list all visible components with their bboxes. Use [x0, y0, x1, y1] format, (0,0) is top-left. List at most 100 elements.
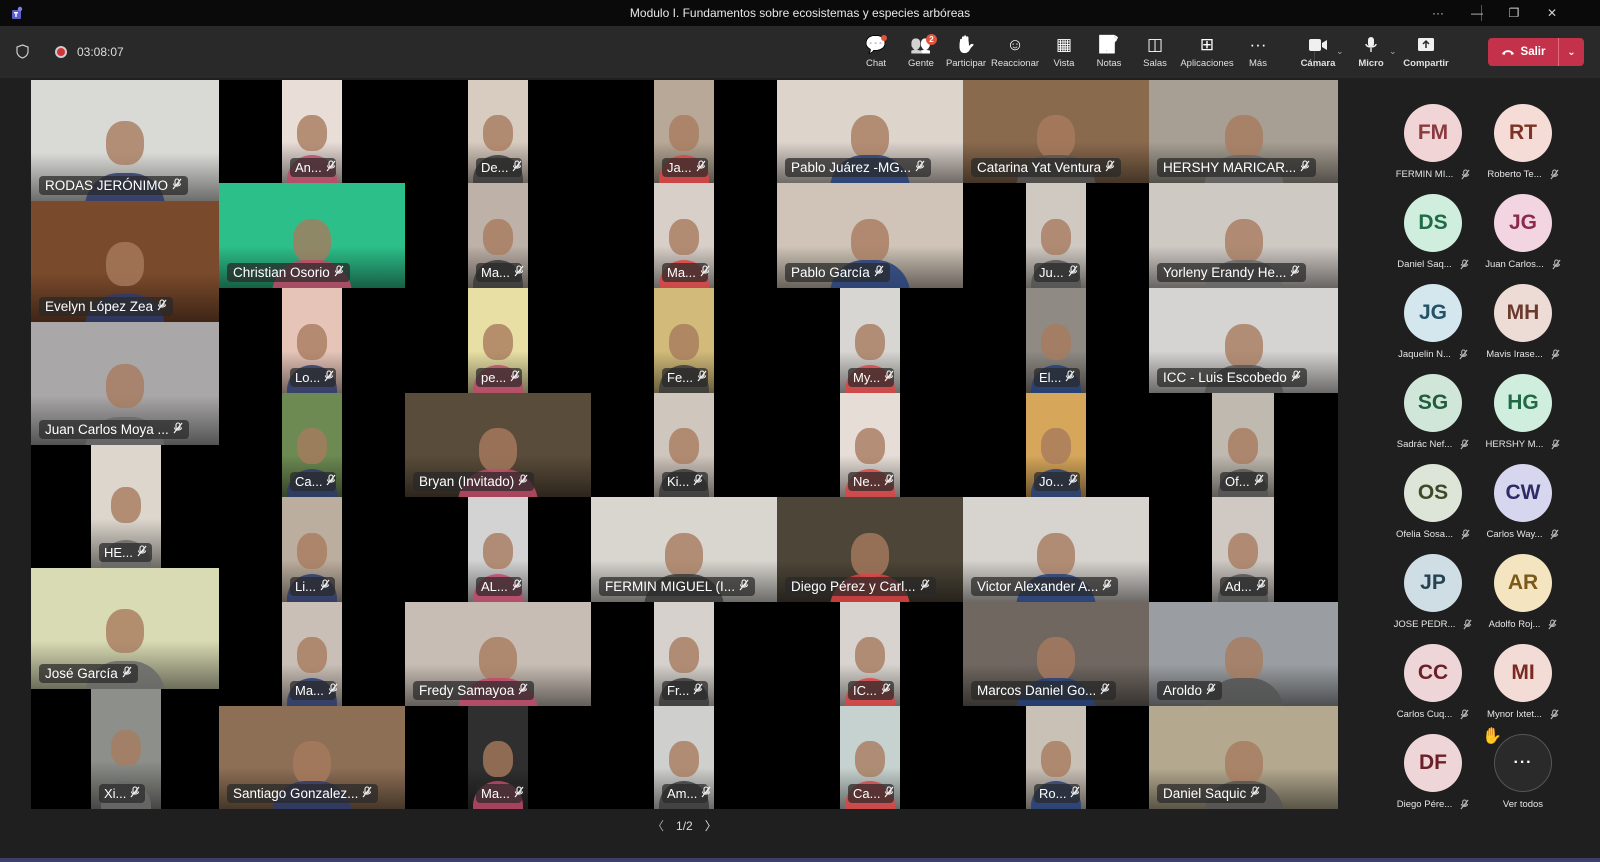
- participant-avatar-item[interactable]: AR Adolfo Roj...: [1478, 554, 1568, 632]
- avatar: JG: [1494, 194, 1552, 252]
- participant-video-tile[interactable]: Pablo Juárez -MG...: [777, 80, 963, 183]
- participant-video-tile[interactable]: Ja...: [654, 80, 714, 183]
- toolbar-mas-button[interactable]: ··· Más: [1230, 34, 1286, 69]
- participant-video-tile[interactable]: Christian Osorio: [219, 183, 405, 288]
- leave-button[interactable]: Salir ⌄: [1488, 38, 1584, 66]
- participant-video-tile[interactable]: De...: [468, 80, 528, 183]
- participant-video-tile[interactable]: Ro...: [1026, 706, 1086, 809]
- participant-video-tile[interactable]: ICC - Luis Escobedo: [1149, 288, 1338, 393]
- participant-video-tile[interactable]: HE...: [91, 445, 161, 568]
- participant-video-tile[interactable]: Aroldo: [1149, 602, 1338, 706]
- participant-avatar-item[interactable]: FM FERMIN MI...: [1388, 104, 1478, 182]
- toolbar-participar-button[interactable]: ✋ Participar: [938, 34, 994, 69]
- participant-video-tile[interactable]: Evelyn López Zea: [31, 201, 219, 322]
- participant-video-tile[interactable]: Li...: [282, 497, 342, 602]
- participant-name: Catarina Yat Ventura: [977, 160, 1102, 175]
- participant-avatar-item[interactable]: MI Mynor Ixtet...: [1478, 644, 1568, 722]
- participant-avatar-item[interactable]: MH Mavis Irase...: [1478, 284, 1568, 362]
- participant-avatar-item[interactable]: DF Diego Pére...: [1388, 734, 1478, 812]
- participant-name-label: HERSHY MARICAR...: [1157, 158, 1317, 177]
- mic-muted-icon: [1463, 619, 1472, 632]
- participant-video-tile[interactable]: pe...: [468, 288, 528, 393]
- more-icon: ···: [1249, 35, 1267, 54]
- leave-main[interactable]: Salir: [1488, 38, 1558, 66]
- participant-video-tile[interactable]: Daniel Saquic: [1149, 706, 1338, 809]
- participant-video-tile[interactable]: AL...: [468, 497, 528, 602]
- see-all-participants-button[interactable]: ··· ✋ Ver todos: [1478, 728, 1568, 810]
- toolbar-salas-button[interactable]: ◫ Salas: [1127, 34, 1183, 69]
- participant-name-label: Ja...: [662, 158, 708, 177]
- participant-video-tile[interactable]: Fe...: [654, 288, 714, 393]
- participant-video-tile[interactable]: Ki...: [654, 393, 714, 497]
- participant-avatar-item[interactable]: CW Carlos Way...: [1478, 464, 1568, 542]
- participant-video-tile[interactable]: FERMIN MIGUEL (I...: [591, 497, 777, 602]
- participant-name-label: Fe...: [662, 368, 708, 387]
- participant-avatar-item[interactable]: RT Roberto Te...: [1478, 104, 1568, 182]
- restore-button[interactable]: ❐: [1496, 0, 1532, 26]
- participant-avatar-item[interactable]: OS Ofelia Sosa...: [1388, 464, 1478, 542]
- participant-video-tile[interactable]: Ma...: [468, 183, 528, 288]
- mic-muted-icon: [693, 474, 703, 489]
- participant-video-tile[interactable]: Ju...: [1026, 183, 1086, 288]
- participant-video-tile[interactable]: Ma...: [468, 706, 528, 809]
- participant-video-tile[interactable]: Ma...: [282, 602, 342, 706]
- mic-muted-icon: [1551, 439, 1560, 452]
- participant-video-tile[interactable]: HERSHY MARICAR...: [1149, 80, 1338, 183]
- participant-video-tile[interactable]: IC...: [840, 602, 900, 706]
- participant-video-tile[interactable]: Pablo García: [777, 183, 963, 288]
- participant-video-tile[interactable]: Yorleny Erandy He...: [1149, 183, 1338, 288]
- window-more-button[interactable]: ···: [1420, 0, 1456, 26]
- participant-avatar-item[interactable]: JG Juan Carlos...: [1478, 194, 1568, 272]
- participant-video-tile[interactable]: José García: [31, 568, 219, 689]
- participant-video-tile[interactable]: Ad...: [1212, 497, 1274, 602]
- participant-video-tile[interactable]: Of...: [1212, 393, 1274, 497]
- next-page-button[interactable]: 〉: [705, 817, 717, 834]
- leave-options-chevron-icon[interactable]: ⌄: [1558, 38, 1584, 66]
- participant-video-tile[interactable]: Victor Alexander A...: [963, 497, 1149, 602]
- participant-video-tile[interactable]: Ca...: [282, 393, 342, 497]
- participant-video-tile[interactable]: Xi...: [91, 689, 161, 809]
- participant-video-tile[interactable]: Diego Pérez y Carl...: [777, 497, 963, 602]
- share-button[interactable]: Compartir: [1398, 34, 1454, 69]
- toolbar-label: Salas: [1143, 58, 1167, 69]
- participant-video-tile[interactable]: Bryan (Invitado): [405, 393, 591, 497]
- mic-options-chevron-icon[interactable]: ⌄: [1389, 46, 1397, 57]
- participant-video-tile[interactable]: Lo...: [282, 288, 342, 393]
- participant-video-tile[interactable]: Juan Carlos Moya ...: [31, 322, 219, 445]
- participant-avatar-item[interactable]: JG Jaquelin N...: [1388, 284, 1478, 362]
- participant-video-tile[interactable]: Marcos Daniel Go...: [963, 602, 1149, 706]
- participant-video-feed: [293, 218, 331, 263]
- toolbar-aplicaciones-button[interactable]: ⊞ Aplicaciones: [1179, 34, 1235, 69]
- participant-avatar-item[interactable]: HG HERSHY M...: [1478, 374, 1568, 452]
- participant-video-tile[interactable]: Fredy Samayoa: [405, 602, 591, 706]
- participant-video-tile[interactable]: Ne...: [840, 393, 900, 497]
- participant-video-tile[interactable]: El...: [1026, 288, 1086, 393]
- mic-muted-icon: [884, 786, 894, 801]
- participant-avatar-item[interactable]: DS Daniel Saq...: [1388, 194, 1478, 272]
- previous-page-button[interactable]: 〈: [652, 817, 664, 834]
- participant-video-feed: [106, 121, 144, 166]
- participant-video-tile[interactable]: Jo...: [1026, 393, 1086, 497]
- minimize-button[interactable]: —: [1459, 0, 1495, 26]
- participant-video-tile[interactable]: Santiago Gonzalez...: [219, 706, 405, 809]
- participant-video-tile[interactable]: Am...: [654, 706, 714, 809]
- avatar: OS: [1404, 464, 1462, 522]
- participant-video-tile[interactable]: RODAS JERÓNIMO: [31, 80, 219, 201]
- close-button[interactable]: ✕: [1534, 0, 1570, 26]
- participant-video-tile[interactable]: Ma...: [654, 183, 714, 288]
- participant-video-feed: [851, 115, 889, 160]
- participant-name: Ja...: [667, 160, 692, 175]
- participant-video-feed: [106, 242, 144, 287]
- avatar: CC: [1404, 644, 1462, 702]
- participant-avatar-item[interactable]: CC Carlos Cuq...: [1388, 644, 1478, 722]
- participant-video-tile[interactable]: An...: [282, 80, 342, 183]
- participant-video-tile[interactable]: My...: [840, 288, 900, 393]
- toolbar-reaccionar-button[interactable]: ☺ Reaccionar: [987, 34, 1043, 69]
- participant-avatar-item[interactable]: SG Sadrác Nef...: [1388, 374, 1478, 452]
- participant-name: Ofelia Sosa...: [1395, 529, 1454, 540]
- participant-video-tile[interactable]: Catarina Yat Ventura: [963, 80, 1149, 183]
- mic-muted-icon: [514, 265, 524, 280]
- participant-video-tile[interactable]: Fr...: [654, 602, 714, 706]
- participant-avatar-item[interactable]: JP JOSE PEDR...: [1388, 554, 1478, 632]
- participant-video-tile[interactable]: Ca...: [840, 706, 900, 809]
